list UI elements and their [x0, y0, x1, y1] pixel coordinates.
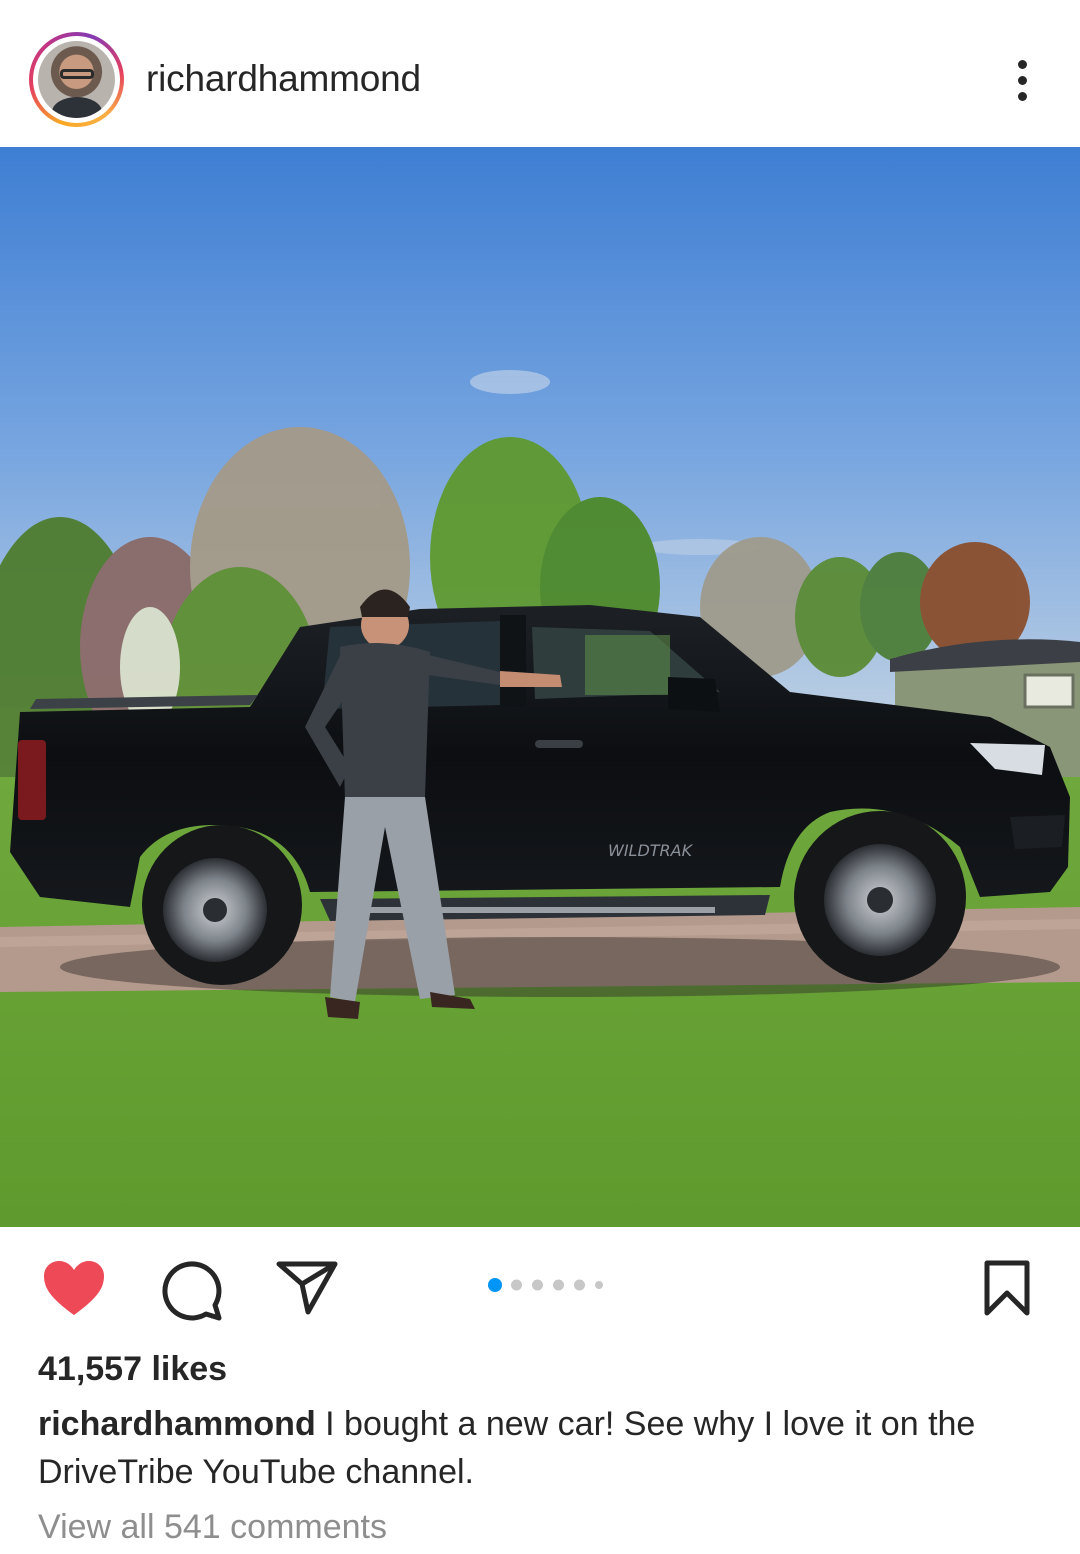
glasses-icon: [60, 69, 94, 79]
carousel-dot: [574, 1279, 585, 1291]
caption-username[interactable]: richardhammond: [38, 1405, 316, 1443]
more-vertical-icon[interactable]: [1004, 56, 1040, 104]
heart-icon[interactable]: [42, 1259, 106, 1317]
post-caption: richardhammond I bought a new car! See w…: [38, 1400, 1048, 1496]
carousel-indicator: [486, 1276, 606, 1294]
carousel-dot: [553, 1279, 564, 1291]
send-icon[interactable]: [276, 1260, 338, 1316]
view-comments-link[interactable]: View all 541 comments: [38, 1508, 387, 1547]
post-photo-illustration: WILDTRAK: [0, 147, 1080, 1227]
carousel-dot: [511, 1279, 522, 1291]
bookmark-icon[interactable]: [983, 1259, 1031, 1317]
post-photo[interactable]: WILDTRAK: [0, 147, 1080, 1227]
likes-count[interactable]: 41,557 likes: [38, 1350, 227, 1389]
wildtrak-badge: WILDTRAK: [608, 841, 694, 860]
post-username[interactable]: richardhammond: [146, 58, 421, 100]
post-header: richardhammond: [0, 0, 1080, 147]
carousel-dot: [595, 1281, 603, 1289]
comment-icon[interactable]: [160, 1259, 222, 1321]
carousel-dot-active: [488, 1278, 502, 1292]
carousel-dot: [532, 1279, 543, 1291]
story-ring[interactable]: [29, 32, 124, 127]
avatar[interactable]: [38, 41, 115, 118]
